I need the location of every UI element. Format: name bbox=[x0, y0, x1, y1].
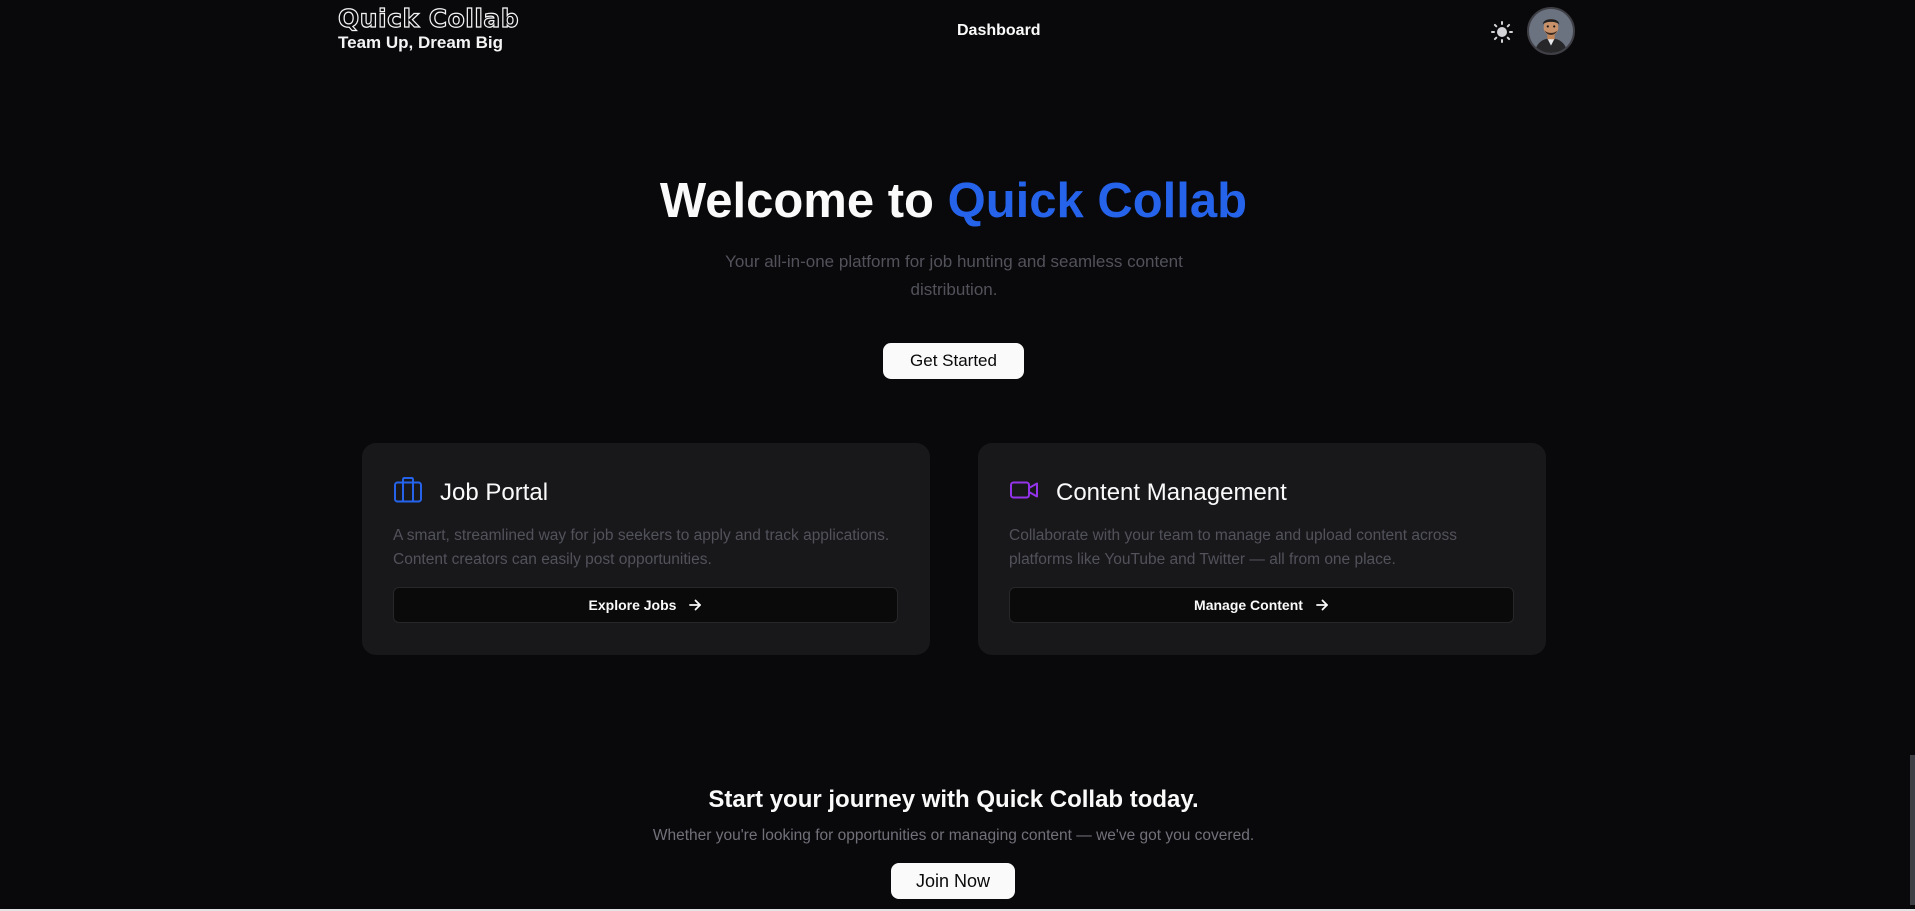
landing-page: Quick Collab Team Up, Dream Big Dashboar… bbox=[0, 0, 1915, 911]
explore-jobs-button[interactable]: Explore Jobs bbox=[393, 587, 898, 623]
top-navbar: Quick Collab Team Up, Dream Big Dashboar… bbox=[0, 0, 1915, 64]
brand-tagline: Team Up, Dream Big bbox=[338, 33, 504, 52]
join-now-button[interactable]: Join Now bbox=[891, 863, 1015, 899]
job-portal-card: Job Portal A smart, streamlined way for … bbox=[362, 443, 930, 655]
arrow-right-icon bbox=[689, 599, 702, 611]
sun-icon[interactable] bbox=[1490, 20, 1514, 44]
manage-content-button[interactable]: Manage Content bbox=[1009, 587, 1514, 623]
cta-subtitle: Whether you're looking for opportunities… bbox=[652, 827, 1255, 844]
hero-subtitle: Your all-in-one platform for job hunting… bbox=[725, 252, 1183, 299]
user-avatar[interactable] bbox=[1527, 7, 1575, 55]
cta-title: Start your journey with Quick Collab tod… bbox=[708, 786, 1199, 813]
hero-title-prefix: Welcome to bbox=[659, 174, 934, 228]
content-management-title: Content Management bbox=[1056, 479, 1287, 506]
hero-title: Welcome to Quick Collab bbox=[0, 171, 1907, 231]
content-management-description: Collaborate with your team to manage and… bbox=[1009, 527, 1458, 568]
briefcase-icon bbox=[393, 475, 423, 505]
brand-title: Quick Collab bbox=[337, 3, 520, 33]
explore-jobs-label: Explore Jobs bbox=[588, 597, 677, 613]
hero-title-accent: Quick Collab bbox=[947, 174, 1248, 228]
job-portal-title: Job Portal bbox=[440, 479, 549, 506]
video-icon bbox=[1009, 475, 1039, 505]
get-started-button[interactable]: Get Started bbox=[883, 343, 1024, 379]
job-portal-description: A smart, streamlined way for job seekers… bbox=[393, 527, 890, 568]
arrow-right-icon bbox=[1316, 599, 1328, 611]
content-management-card: Content Management Collaborate with your… bbox=[978, 443, 1546, 655]
brand-logo[interactable]: Quick Collab Team Up, Dream Big bbox=[337, 3, 520, 53]
nav-link-dashboard[interactable]: Dashboard bbox=[957, 22, 1041, 40]
manage-content-label: Manage Content bbox=[1194, 597, 1303, 613]
scrollbar-thumb[interactable] bbox=[1910, 755, 1915, 905]
